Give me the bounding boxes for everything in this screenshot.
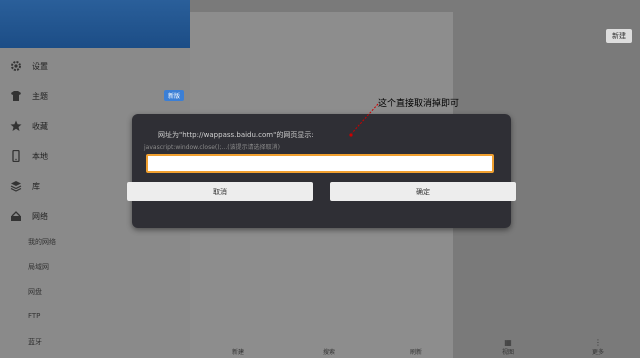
annotation-arrow [349,103,379,137]
annotation-note: 这个直接取消掉即可 [378,99,460,109]
